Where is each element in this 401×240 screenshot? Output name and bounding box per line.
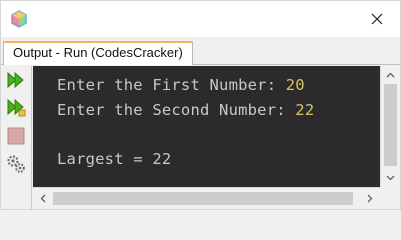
first-number-value: 20 (285, 76, 305, 94)
scrollbar-corner (380, 187, 400, 209)
side-toolbar (1, 66, 32, 209)
tab-bar: Output - Run (CodesCracker) (1, 37, 400, 65)
rerun-with-params-icon[interactable] (6, 97, 26, 117)
title-bar (1, 1, 400, 37)
tab-label: Output - Run (CodesCracker) (13, 45, 183, 60)
close-icon (371, 13, 383, 25)
close-button[interactable] (354, 1, 400, 37)
horizontal-scroll-thumb[interactable] (53, 192, 353, 205)
prompt-first-number: Enter the First Number: (57, 76, 286, 94)
console-line-3: Largest = 22 (57, 150, 172, 168)
rerun-icon[interactable] (6, 70, 26, 90)
console-line-2: Enter the Second Number: 22 (57, 101, 314, 119)
output-window: Output - Run (CodesCracker) Enter the Fi… (0, 0, 401, 210)
console-line-1: Enter the First Number: 20 (57, 76, 305, 94)
horizontal-scrollbar[interactable] (33, 187, 380, 209)
scroll-right-icon[interactable] (362, 190, 378, 206)
prompt-second-number: Enter the Second Number: (57, 101, 296, 119)
vertical-scrollbar[interactable] (380, 66, 400, 187)
scroll-left-icon[interactable] (35, 190, 51, 206)
tab-output-run[interactable]: Output - Run (CodesCracker) (3, 41, 193, 65)
app-cube-icon (10, 10, 28, 28)
settings-icon[interactable] (6, 154, 26, 174)
scroll-up-icon[interactable] (381, 67, 400, 83)
scroll-down-icon[interactable] (381, 170, 400, 186)
vertical-scroll-thumb[interactable] (384, 84, 397, 166)
console-output[interactable]: Enter the First Number: 20 Enter the Sec… (33, 66, 380, 187)
stop-icon[interactable] (6, 126, 26, 146)
second-number-value: 22 (295, 101, 315, 119)
